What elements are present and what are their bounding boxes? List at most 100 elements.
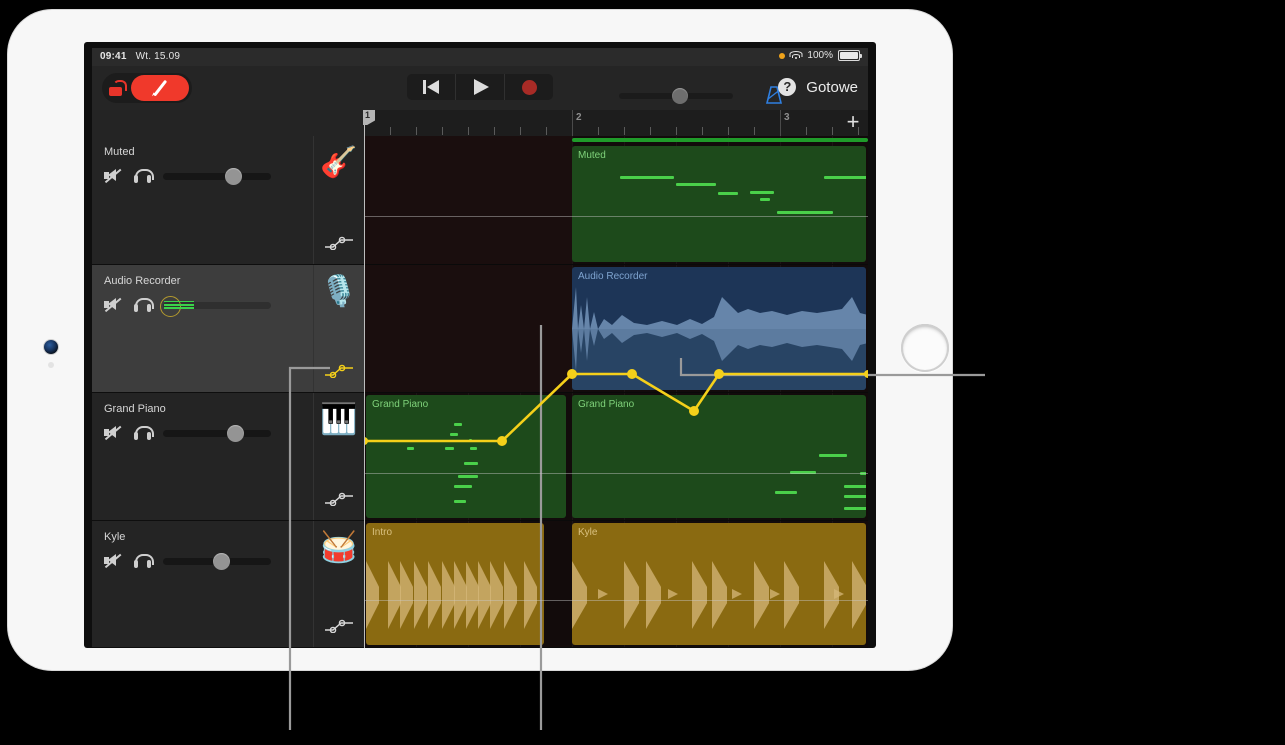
record-button[interactable] [504, 74, 553, 100]
track-guide-line [364, 216, 868, 217]
track-automation-slider[interactable] [160, 295, 271, 317]
timeline-row-kyle[interactable]: Intro Kyle [364, 521, 868, 648]
track-volume-knob[interactable] [213, 552, 230, 570]
empty-timeline-area[interactable] [364, 136, 572, 264]
ruler-tick [442, 127, 443, 135]
mute-icon[interactable] [104, 553, 122, 569]
edit-controls-group [102, 73, 192, 103]
empty-timeline-area[interactable] [364, 265, 572, 392]
ruler-tick [546, 127, 547, 135]
region-kyle[interactable]: Kyle [572, 523, 866, 645]
drum-hit [504, 561, 517, 629]
drum-hit [454, 561, 467, 629]
home-button[interactable] [901, 324, 949, 372]
timeline-row-muted[interactable]: Muted [364, 136, 868, 265]
drum-hit-small [732, 589, 742, 599]
ruler-tick [624, 127, 625, 135]
drum-hit [852, 561, 866, 629]
drum-hit [572, 561, 587, 629]
region-muted[interactable]: Muted [572, 146, 866, 262]
audio-waveform [572, 287, 866, 390]
drum-hit [784, 561, 799, 629]
drum-hit [624, 561, 639, 629]
master-volume-slider[interactable] [619, 88, 733, 104]
timeline-row-audio-recorder[interactable]: Audio Recorder [364, 265, 868, 393]
add-track-button[interactable]: + [844, 111, 862, 133]
mute-icon[interactable] [104, 297, 122, 313]
transport-controls [407, 74, 783, 104]
timeline-row-grand-piano[interactable]: Grand Piano Grand Piano [364, 393, 868, 521]
drum-hit-small [834, 589, 844, 599]
region-intro[interactable]: Intro [366, 523, 544, 645]
pencil-button[interactable] [131, 75, 189, 101]
timeline-canvas[interactable]: Muted Audio Recorder Grand Piano Grand P… [364, 136, 868, 648]
ruler-tick [416, 127, 417, 135]
drum-hit [692, 561, 707, 629]
drum-kit-icon[interactable]: 🥁 [318, 527, 360, 569]
region-grand-piano-1[interactable]: Grand Piano [366, 395, 566, 518]
track-volume-slider[interactable] [163, 167, 271, 185]
drum-hit [646, 561, 661, 629]
ruler-bar-3: 3 [784, 112, 790, 123]
timeline-ruler[interactable]: 1 2 3 + [364, 110, 868, 137]
track-volume-slider[interactable] [163, 552, 271, 570]
done-button[interactable]: Gotowe [806, 79, 858, 96]
drum-hit-small [668, 589, 678, 599]
ipad-device-frame: 09:41 Wt. 15.09 100% ? Gotowe 2 3 + Mute… [8, 10, 952, 670]
garageband-app-screen: 09:41 Wt. 15.09 100% ? Gotowe 2 3 + Mute… [92, 48, 868, 648]
ruler-tick [832, 127, 833, 135]
playhead[interactable]: 1 [363, 110, 375, 648]
ruler-tick [806, 127, 807, 135]
help-button[interactable]: ? [778, 78, 797, 96]
ruler-tick [754, 127, 755, 135]
headphones-icon[interactable] [134, 297, 154, 313]
track-name-label: Grand Piano [104, 403, 166, 415]
region-label: Grand Piano [578, 399, 635, 410]
electric-guitar-icon[interactable]: 🎸 [318, 142, 360, 184]
drum-hit-small [770, 589, 780, 599]
unlocked-padlock-icon[interactable] [105, 77, 127, 99]
automation-curve-icon[interactable] [324, 364, 354, 378]
automation-curve-icon[interactable] [324, 492, 354, 506]
automation-curve-icon[interactable] [324, 619, 354, 633]
recording-indicator-icon [779, 52, 786, 59]
battery-icon [838, 50, 862, 61]
play-icon [474, 79, 489, 95]
track-list: Muted 🎸 Audio Recorder 🎙️ Grand Piano 🎹 … [92, 136, 364, 648]
region-grand-piano-2[interactable]: Grand Piano [572, 395, 866, 518]
track-guide-line [364, 600, 868, 601]
track-header-muted[interactable]: Muted 🎸 [92, 136, 364, 265]
track-volume-knob[interactable] [225, 167, 242, 185]
mute-icon[interactable] [104, 425, 122, 441]
drum-hit [712, 561, 727, 629]
track-guide-line [364, 473, 868, 474]
drum-hit [400, 561, 413, 629]
play-button[interactable] [455, 74, 504, 100]
rewind-button[interactable] [407, 74, 455, 100]
mute-icon[interactable] [104, 168, 122, 184]
track-header-grand-piano[interactable]: Grand Piano 🎹 [92, 393, 364, 521]
status-date: Wt. 15.09 [135, 51, 181, 62]
headphones-icon[interactable] [134, 168, 154, 184]
ruler-bar-2: 2 [576, 112, 582, 123]
track-volume-knob[interactable] [227, 424, 244, 442]
track-top-strip [572, 138, 868, 142]
track-header-kyle[interactable]: Kyle 🥁 [92, 521, 364, 648]
region-audio-recorder[interactable]: Audio Recorder [572, 267, 866, 390]
toolbar-right-group: ? Gotowe [778, 78, 858, 96]
drum-hit [366, 561, 379, 629]
microphone-icon[interactable]: 🎙️ [318, 271, 360, 313]
headphones-icon[interactable] [134, 553, 154, 569]
headphones-icon[interactable] [134, 425, 154, 441]
drum-hit [388, 561, 401, 629]
status-bar: 09:41 Wt. 15.09 100% [92, 48, 868, 66]
automation-curve-icon[interactable] [324, 236, 354, 250]
track-volume-slider[interactable] [163, 424, 271, 442]
drum-hit [490, 561, 503, 629]
grand-piano-icon[interactable]: 🎹 [318, 399, 360, 441]
ruler-tick [520, 127, 521, 135]
drum-hit-small [598, 589, 608, 599]
master-volume-knob[interactable] [672, 88, 688, 104]
track-header-audio-recorder[interactable]: Audio Recorder 🎙️ [92, 265, 364, 393]
region-label: Muted [578, 150, 606, 161]
